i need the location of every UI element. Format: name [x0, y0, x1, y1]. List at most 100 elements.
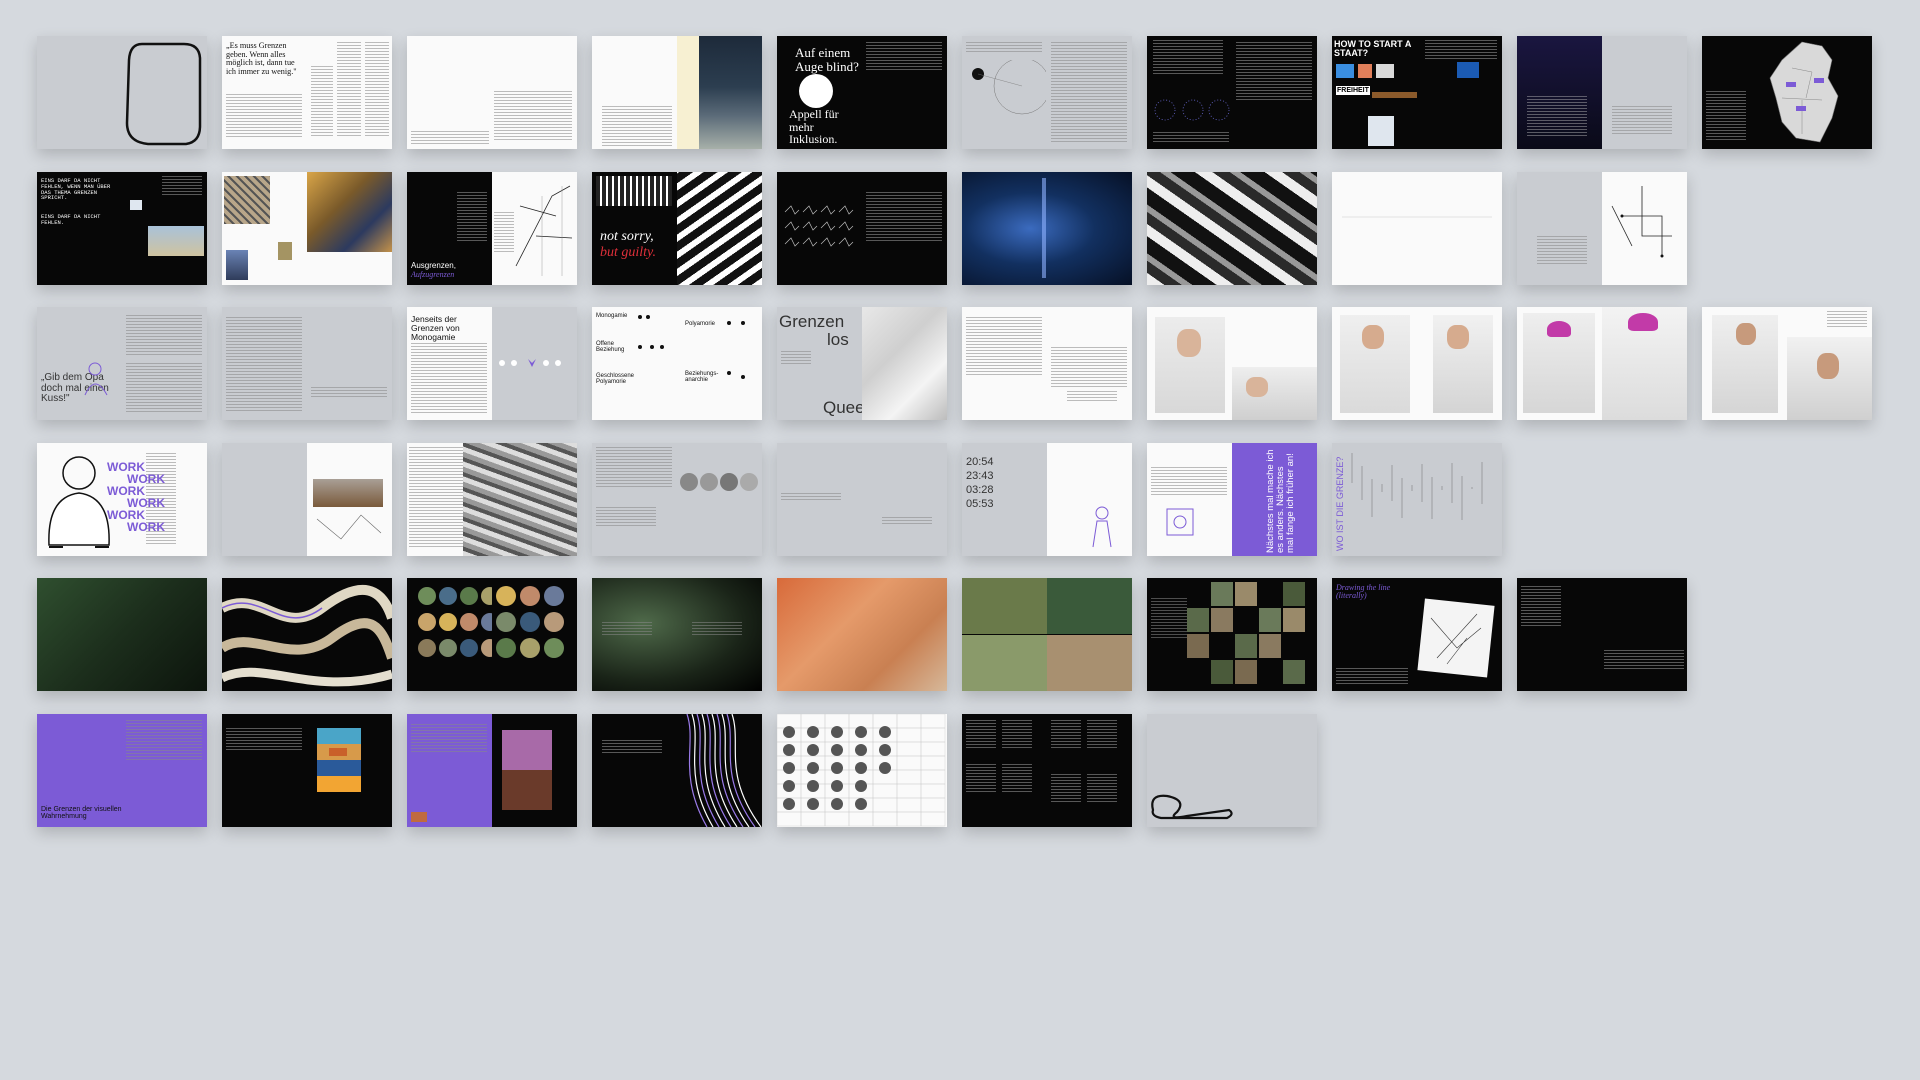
gesture-grid — [784, 205, 854, 247]
spread-faces-row[interactable] — [592, 443, 762, 556]
purple-note — [1827, 311, 1867, 327]
spread-spass-mit-karten[interactable]: SPASSMIT KARTEN:-)************ — [37, 578, 207, 691]
river-paths — [222, 585, 392, 687]
pink-hair — [1547, 321, 1571, 337]
page-right — [1417, 172, 1502, 285]
spread-table-of-contents[interactable] — [407, 36, 577, 149]
spread-drawing-the-line[interactable]: Drawing the line (literally) — [1332, 578, 1502, 691]
spread-opa-kuss[interactable]: „Gib dem Opa doch mal einen Kuss!" — [37, 307, 207, 420]
spread-eins-darf-nicht-fehlen[interactable]: EINS DARF DA NICHT FEHLEN, WENN MAN ÜBER… — [37, 172, 207, 285]
spread-white-lines[interactable] — [1332, 172, 1502, 285]
headline: Auf einem Auge blind? — [795, 45, 859, 74]
spread-credits[interactable] — [962, 714, 1132, 827]
spread-dark-text[interactable] — [1517, 578, 1687, 691]
spread-portrait-1[interactable] — [1147, 307, 1317, 420]
spread-blue-photo[interactable] — [962, 172, 1132, 285]
text-column — [226, 317, 302, 413]
building-photo — [677, 172, 762, 285]
spread-wahrnehmung[interactable]: Die Grenzen der visuellen Wahrnehmung — [37, 714, 207, 827]
spread-wavy-lines[interactable] — [592, 714, 762, 827]
spread-dark-purple-text[interactable] — [1517, 36, 1687, 149]
spread-germany-map[interactable] — [1702, 36, 1872, 149]
spread-not-sorry[interactable]: not sorry, but guilty. — [592, 172, 762, 285]
text-column — [1706, 91, 1746, 141]
subheadline: Aufzugrenzen — [411, 270, 455, 279]
relation-icons — [638, 315, 664, 349]
page-right — [1232, 307, 1317, 420]
spread-grenzen-los[interactable]: Grenzenlos Queer — [777, 307, 947, 420]
page-right — [122, 172, 207, 285]
spread-field-photo[interactable] — [222, 443, 392, 556]
work-word: WORK — [127, 520, 165, 534]
page-left: 20:54 23:43 03:28 05:53 — [962, 443, 1047, 556]
spread-naechstes-mal[interactable]: Nächstes mal mache ich es anders. Nächst… — [1147, 443, 1317, 556]
text-column — [411, 724, 487, 754]
spread-times[interactable]: 20:54 23:43 03:28 05:53 — [962, 443, 1132, 556]
page-right — [492, 172, 577, 285]
headline: Grenzen — [779, 312, 845, 331]
page-right — [1047, 714, 1132, 827]
page-right — [122, 307, 207, 420]
face — [1817, 353, 1839, 379]
spread-team-grid[interactable] — [777, 714, 947, 827]
spread-work-work[interactable]: WORK WORK WORK WORK WORK WORK — [37, 443, 207, 556]
spread-quote[interactable]: „Es muss Grenzen geben. Wenn alles mögli… — [222, 36, 392, 149]
spread-gesture-icons[interactable] — [777, 172, 947, 285]
page-right — [307, 36, 392, 149]
page-left — [1702, 307, 1787, 420]
subheadline: but guilty. — [600, 245, 656, 260]
spread-back-cover-doodle[interactable] — [1147, 714, 1317, 827]
spread-desert-map[interactable] — [777, 578, 947, 691]
page-left: HOW TO START A STAAT? FREIHEIT — [1332, 36, 1417, 149]
page-left — [407, 714, 492, 827]
team-photo-grid — [777, 714, 946, 827]
bw-collage — [463, 443, 577, 556]
face — [1736, 323, 1756, 345]
spread-color-blocks-1[interactable] — [222, 714, 392, 827]
spread-dark-orbits[interactable] — [1147, 36, 1317, 149]
spread-color-blocks-2[interactable] — [407, 714, 577, 827]
page-left — [222, 172, 307, 285]
color-block — [317, 776, 361, 792]
spread-circle-maps[interactable] — [407, 578, 577, 691]
spread-text-grey[interactable] — [222, 307, 392, 420]
spread-dark-satellite[interactable] — [592, 578, 762, 691]
spread-map-grid[interactable] — [1147, 578, 1317, 691]
spread-monogamie-title[interactable]: Jenseits der Grenzen von Monogamie — [407, 307, 577, 420]
text-column — [966, 317, 1042, 375]
spread-contents-photo[interactable] — [592, 36, 762, 149]
spread-line-drawing[interactable] — [1517, 172, 1687, 285]
pink-hair — [1628, 313, 1658, 331]
spread-auge-blind[interactable]: Auf einem Auge blind? Appell für mehr Ink… — [777, 36, 947, 149]
desert-satellite — [777, 578, 947, 691]
spread-bw-collage[interactable] — [407, 443, 577, 556]
spread-cover-doodle[interactable] — [37, 36, 207, 149]
text-column — [596, 507, 656, 527]
page-right — [677, 36, 762, 149]
spread-river-maps[interactable] — [222, 578, 392, 691]
spread-map-tiles[interactable] — [962, 578, 1132, 691]
vertical-lines — [1351, 453, 1483, 520]
color-block — [317, 760, 361, 776]
text-column — [1087, 774, 1117, 804]
spread-ausgrenzen[interactable]: Ausgrenzen, Aufzugrenzen — [407, 172, 577, 285]
spread-wo-ist-die-grenze[interactable]: WO IST DIE GRENZE? — [1332, 443, 1502, 556]
text-column — [966, 42, 1042, 54]
text-column — [1002, 764, 1032, 794]
spread-maze[interactable] — [1147, 172, 1317, 285]
page-right — [677, 714, 762, 827]
spread-text-purple-notes[interactable] — [962, 307, 1132, 420]
spread-circle-diagram[interactable] — [962, 36, 1132, 149]
spread-portrait-pink-hair[interactable] — [1517, 307, 1687, 420]
spread-grey-sparse[interactable] — [777, 443, 947, 556]
spread-portrait-bearded[interactable] — [1702, 307, 1872, 420]
spread-how-to-start-a-staat[interactable]: HOW TO START A STAAT? FREIHEIT — [1332, 36, 1502, 149]
headline: Queer — [823, 398, 862, 417]
spread-monogamie-diagram[interactable]: Monogamie Offene Beziehung Geschlossene Po… — [592, 307, 762, 420]
germany-map — [1769, 41, 1839, 143]
spread-portrait-2[interactable] — [1332, 307, 1502, 420]
time-stamp: 05:53 — [966, 498, 994, 510]
page-right: Nächstes mal mache ich es anders. Nächst… — [1232, 443, 1317, 556]
spread-fence-photos[interactable] — [222, 172, 392, 285]
page-right — [1047, 307, 1132, 420]
